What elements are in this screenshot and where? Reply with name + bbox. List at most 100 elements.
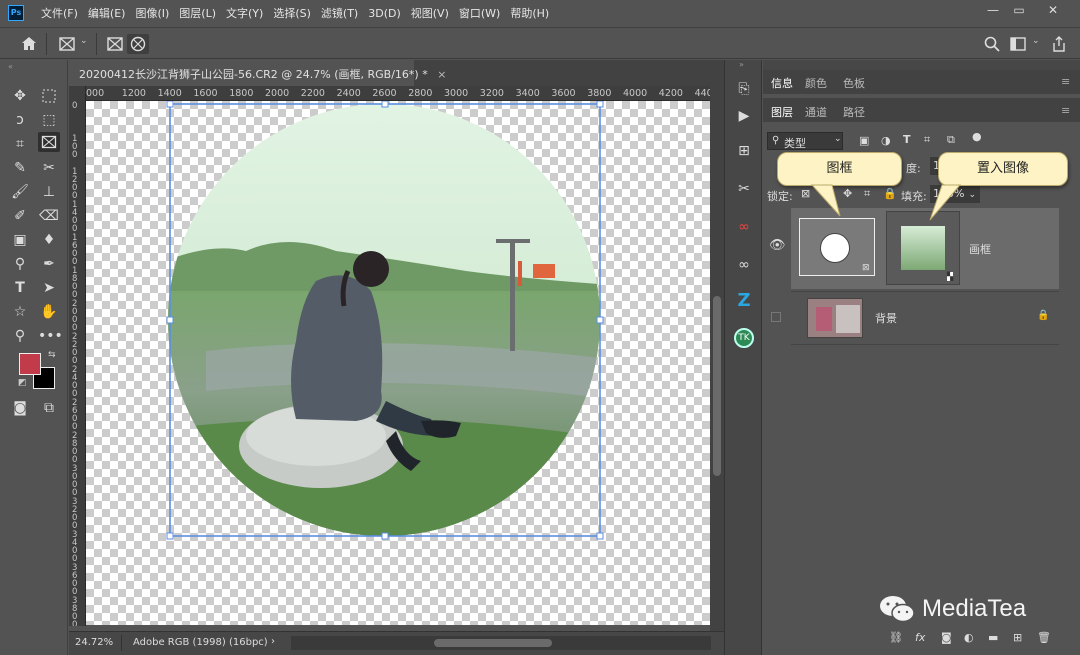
layer-style-icon[interactable]: fx bbox=[915, 631, 925, 644]
close-window-button[interactable]: ✕ bbox=[1038, 3, 1068, 21]
pen-tool-icon[interactable]: ✒ bbox=[38, 254, 60, 274]
ellipse-frame-button[interactable] bbox=[127, 34, 149, 54]
workspace-chevron-icon[interactable]: ⌄ bbox=[1032, 36, 1040, 46]
blur-tool-icon[interactable]: ♦ bbox=[38, 230, 60, 250]
layer-name[interactable]: 画框 bbox=[969, 241, 991, 257]
visibility-toggle[interactable] bbox=[771, 312, 781, 322]
gradient-tool-icon[interactable]: ▣ bbox=[9, 230, 31, 250]
clone-stamp-tool-icon[interactable]: ⊥ bbox=[38, 182, 60, 202]
layer-filter-select[interactable]: ⚲ 类型 ⌄ bbox=[767, 132, 843, 150]
history-brush-tool-icon[interactable]: ✐ bbox=[9, 206, 31, 226]
menu-view[interactable]: 视图(V) bbox=[406, 5, 454, 21]
screen-mode-icon[interactable]: ⧉ bbox=[38, 398, 60, 418]
home-icon[interactable] bbox=[20, 35, 38, 53]
layers-panel-menu-icon[interactable]: ≡ bbox=[1061, 104, 1070, 117]
tab-color[interactable]: 颜色 bbox=[805, 75, 827, 91]
move-tool-icon[interactable]: ✥ bbox=[9, 86, 31, 106]
shape-tool-icon[interactable]: ☆ bbox=[9, 302, 31, 322]
new-layer-icon[interactable]: ⊞ bbox=[1013, 631, 1022, 644]
dodge-tool-icon[interactable]: ⚲ bbox=[9, 254, 31, 274]
restore-button[interactable]: ▭ bbox=[1004, 3, 1034, 21]
filter-adjustment-icon[interactable]: ◑ bbox=[881, 134, 891, 147]
new-group-icon[interactable]: ▬ bbox=[988, 631, 998, 644]
quick-mask-icon[interactable]: ◙ bbox=[9, 398, 31, 418]
marquee-tool-icon[interactable] bbox=[38, 86, 60, 106]
spot-healing-tool-icon[interactable]: ✂ bbox=[38, 158, 60, 178]
filter-toggle-icon[interactable]: ● bbox=[972, 130, 982, 143]
eraser-tool-icon[interactable]: ⌫ bbox=[38, 206, 60, 226]
menu-3d[interactable]: 3D(D) bbox=[363, 7, 406, 20]
menu-image[interactable]: 图像(I) bbox=[130, 5, 174, 21]
hand-tool-icon[interactable]: ✋ bbox=[38, 302, 60, 322]
menu-file[interactable]: 文件(F) bbox=[36, 5, 83, 21]
panel-menu-icon[interactable]: ≡ bbox=[1061, 75, 1070, 88]
lock-pixels-icon[interactable]: ⊠ bbox=[801, 187, 810, 200]
link-layers-icon[interactable]: ⛓ bbox=[889, 631, 903, 644]
chevron-down-icon[interactable]: ⌄ bbox=[80, 36, 88, 46]
object-selection-tool-icon[interactable]: ⬚ bbox=[38, 110, 60, 130]
status-menu-arrow[interactable]: › bbox=[271, 636, 275, 647]
tab-paths[interactable]: 路径 bbox=[843, 104, 865, 120]
layer-row-background[interactable]: 背景 🔒 bbox=[771, 291, 1059, 345]
swap-colors-icon[interactable]: ⇆ bbox=[48, 350, 56, 360]
menu-type[interactable]: 文字(Y) bbox=[221, 5, 268, 21]
workspace-icon[interactable] bbox=[1009, 35, 1027, 53]
menu-filter[interactable]: 滤镜(T) bbox=[316, 5, 363, 21]
plugin-link-icon[interactable]: ∞ bbox=[731, 216, 757, 238]
collapse-dock-icon[interactable]: » bbox=[739, 60, 744, 69]
crop-tool-icon[interactable]: ⌗ bbox=[9, 134, 31, 154]
actions-play-icon[interactable]: ▶ bbox=[731, 105, 757, 127]
background-thumbnail[interactable] bbox=[807, 298, 863, 338]
vertical-scrollbar[interactable] bbox=[710, 86, 724, 631]
default-colors-icon[interactable]: ◩ bbox=[18, 378, 27, 388]
visibility-eye-icon[interactable]: 👁 bbox=[769, 238, 786, 253]
layer-name[interactable]: 背景 bbox=[875, 310, 897, 326]
tab-info[interactable]: 信息 bbox=[771, 75, 793, 91]
lasso-tool-icon[interactable]: ↄ bbox=[9, 110, 31, 130]
menu-edit[interactable]: 编辑(E) bbox=[83, 5, 131, 21]
transparent-canvas[interactable] bbox=[86, 101, 710, 625]
lock-artboard-icon[interactable]: ⌗ bbox=[864, 187, 870, 201]
vertical-scroll-thumb[interactable] bbox=[713, 296, 721, 476]
zoom-tool-icon[interactable]: ⚲ bbox=[9, 326, 31, 346]
brush-tool-icon[interactable]: 🖌 bbox=[9, 182, 31, 202]
menu-window[interactable]: 窗口(W) bbox=[454, 5, 505, 21]
zoom-level[interactable]: 24.72% bbox=[75, 637, 113, 648]
add-mask-icon[interactable]: ◙ bbox=[941, 631, 952, 644]
more-tools-icon[interactable]: ••• bbox=[38, 326, 63, 346]
lock-all-icon[interactable]: 🔒 bbox=[883, 187, 897, 200]
placed-image-thumbnail[interactable]: ▚ bbox=[886, 211, 960, 285]
delete-layer-icon[interactable]: 🗑 bbox=[1037, 631, 1051, 644]
path-selection-tool-icon[interactable]: ➤ bbox=[38, 278, 60, 298]
filter-smartobject-icon[interactable]: ⧉ bbox=[947, 133, 955, 147]
eyedropper-tool-icon[interactable]: ✎ bbox=[9, 158, 31, 178]
filter-type-icon[interactable]: T bbox=[903, 133, 911, 146]
horizontal-scroll-thumb[interactable] bbox=[434, 639, 552, 647]
history-panel-icon[interactable]: ⎘ bbox=[731, 78, 757, 100]
close-tab-icon[interactable]: × bbox=[437, 68, 446, 81]
tab-channels[interactable]: 通道 bbox=[805, 104, 827, 120]
type-tool-icon[interactable]: T bbox=[9, 278, 31, 298]
plugin-chain-icon[interactable]: ∞ bbox=[731, 254, 757, 276]
menu-select[interactable]: 选择(S) bbox=[268, 5, 316, 21]
horizontal-scrollbar[interactable] bbox=[291, 636, 711, 650]
search-icon[interactable] bbox=[983, 35, 1001, 53]
adjustment-tool-icon[interactable]: ✂ bbox=[731, 178, 757, 200]
zplugin-icon[interactable]: Z bbox=[731, 290, 757, 312]
frame-tool-button[interactable] bbox=[38, 132, 60, 152]
menu-layer[interactable]: 图层(L) bbox=[174, 5, 221, 21]
frame-tool-icon[interactable] bbox=[58, 35, 76, 53]
layer-row-frame[interactable]: 👁 ⊠ ▚ 画框 bbox=[769, 208, 1059, 289]
menu-help[interactable]: 帮助(H) bbox=[505, 5, 554, 21]
tk-plugin-icon[interactable]: TK bbox=[734, 328, 754, 348]
adjustment-layer-icon[interactable]: ◐ bbox=[964, 631, 974, 644]
filter-shape-icon[interactable]: ⌗ bbox=[924, 133, 930, 147]
tab-layers[interactable]: 图层 bbox=[771, 104, 793, 120]
share-icon[interactable] bbox=[1050, 35, 1068, 53]
collapse-toolbox-icon[interactable]: « bbox=[8, 62, 13, 71]
foreground-color-swatch[interactable] bbox=[19, 353, 41, 375]
filter-pixel-icon[interactable]: ▣ bbox=[859, 134, 869, 147]
document-tab[interactable]: 20200412长沙江背狮子山公园-56.CR2 @ 24.7% (画框, RG… bbox=[69, 60, 446, 86]
properties-panel-icon[interactable]: ⊞ bbox=[731, 140, 757, 162]
frame-thumbnail[interactable]: ⊠ bbox=[799, 218, 875, 276]
